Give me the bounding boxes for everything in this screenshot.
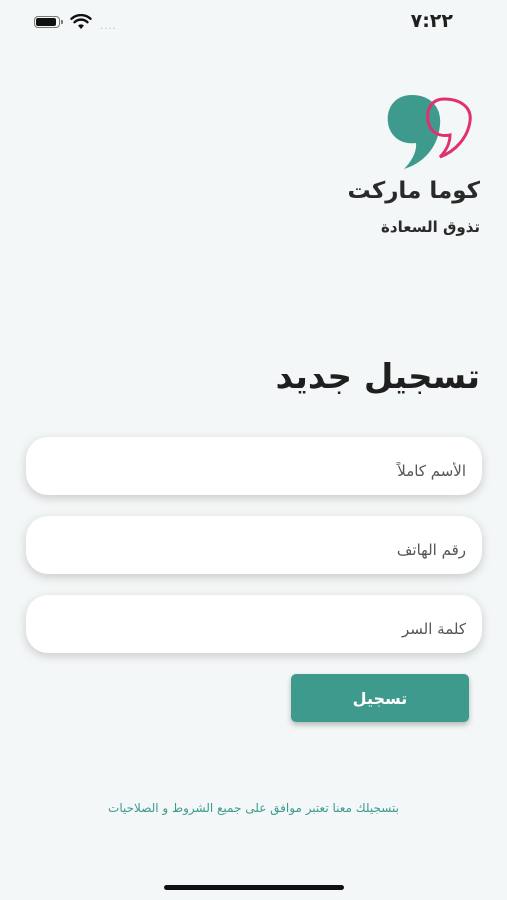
password-input[interactable] xyxy=(26,595,482,653)
full-name-field-container[interactable] xyxy=(26,437,482,495)
brand-name: كوما ماركت xyxy=(347,178,480,204)
register-button[interactable]: تسجيل xyxy=(291,674,469,722)
page-title: تسجيل جديد xyxy=(275,357,480,397)
password-field-container[interactable] xyxy=(26,595,482,653)
brand-tagline: تذوق السعادة xyxy=(381,218,480,236)
quote-logo-icon xyxy=(387,95,472,169)
phone-input[interactable] xyxy=(26,516,482,574)
signal-indicator: .... xyxy=(100,21,117,32)
status-time: ٧:٢٢ xyxy=(410,10,453,32)
phone-field-container[interactable] xyxy=(26,516,482,574)
terms-text: بتسجيلك معنا تعتبر موافق على جميع الشروط… xyxy=(108,801,399,815)
battery-icon xyxy=(34,16,64,30)
wifi-icon xyxy=(70,14,92,29)
full-name-input[interactable] xyxy=(26,437,482,495)
home-indicator[interactable] xyxy=(164,885,344,890)
